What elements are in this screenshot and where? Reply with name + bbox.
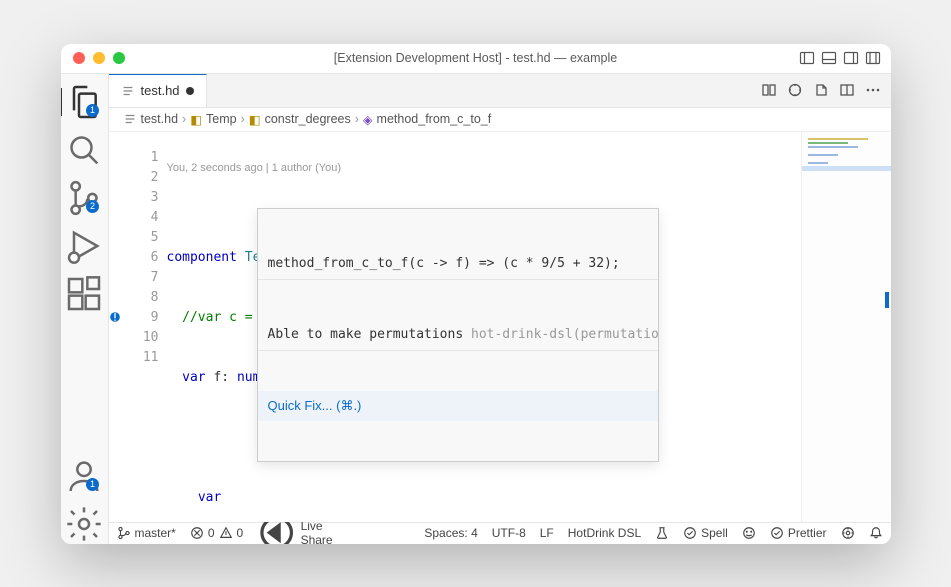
file-icon <box>123 112 137 126</box>
search-activity[interactable] <box>61 130 109 170</box>
run-icon[interactable] <box>787 82 803 98</box>
breadcrumbs[interactable]: test.hd › ◧ Temp › ◧ constr_degrees › ◈ … <box>109 108 891 132</box>
zoom-window-button[interactable] <box>113 52 125 64</box>
dirty-indicator-icon <box>186 87 194 95</box>
line-numbers: 1 2 3 4 5 6 7 8 9 10 11 <box>127 132 167 522</box>
window-title: [Extension Development Host] - test.hd —… <box>61 51 891 65</box>
code-area[interactable]: You, 2 seconds ago | 1 author (You) comp… <box>167 132 801 522</box>
editor-tabs: test.hd <box>109 74 891 108</box>
breadcrumb-member[interactable]: constr_degrees <box>265 112 351 126</box>
codelens-authors[interactable]: You, 2 seconds ago | 1 author (You) <box>167 158 342 178</box>
close-window-button[interactable] <box>73 52 85 64</box>
split-editor-icon[interactable] <box>839 82 855 98</box>
tab-filename: test.hd <box>141 83 180 98</box>
titlebar-layout-controls <box>799 50 881 66</box>
status-ports-icon[interactable] <box>841 526 855 540</box>
panel-left-icon[interactable] <box>799 50 815 66</box>
source-control-activity[interactable]: 2 <box>61 178 109 218</box>
hover-signature: method_from_c_to_f(c -> f) => (c * 9/5 +… <box>258 249 658 280</box>
member-icon: ◧ <box>249 112 261 127</box>
accounts-activity[interactable]: 1 <box>61 456 109 496</box>
breadcrumb-method[interactable]: method_from_c_to_f <box>377 112 492 126</box>
chevron-right-icon: › <box>241 112 245 126</box>
quick-fix-link[interactable]: Quick Fix... (⌘.) <box>258 391 658 421</box>
breadcrumb-file[interactable]: test.hd <box>141 112 179 126</box>
settings-activity[interactable] <box>61 504 109 544</box>
explorer-badge: 1 <box>86 104 99 117</box>
open-changes-icon[interactable] <box>813 82 829 98</box>
status-notifications-icon[interactable] <box>869 526 883 540</box>
vscode-window: [Extension Development Host] - test.hd —… <box>61 44 891 544</box>
class-icon: ◧ <box>190 112 202 127</box>
accounts-badge: 1 <box>86 478 99 491</box>
explorer-activity[interactable]: 1 <box>61 82 109 122</box>
customize-layout-icon[interactable] <box>865 50 881 66</box>
tab-test-hd[interactable]: test.hd <box>109 74 207 107</box>
more-actions-icon[interactable] <box>865 82 881 98</box>
extensions-activity[interactable] <box>61 274 109 314</box>
panel-right-icon[interactable] <box>843 50 859 66</box>
minimize-window-button[interactable] <box>93 52 105 64</box>
method-icon: ◈ <box>363 112 373 127</box>
breadcrumb-class[interactable]: Temp <box>206 112 237 126</box>
panel-bottom-icon[interactable] <box>821 50 837 66</box>
scm-badge: 2 <box>86 200 99 213</box>
hover-diagnostic: Able to make permutations hot-drink-dsl(… <box>258 320 658 351</box>
editor-actions <box>761 74 891 107</box>
file-icon <box>121 84 135 98</box>
run-debug-activity[interactable] <box>61 226 109 266</box>
titlebar: [Extension Development Host] - test.hd —… <box>61 44 891 74</box>
hover-widget: method_from_c_to_f(c -> f) => (c * 9/5 +… <box>257 208 659 462</box>
activity-bar: 1 2 1 <box>61 74 109 544</box>
chevron-right-icon: › <box>355 112 359 126</box>
editor[interactable]: 1 2 3 4 5 6 7 8 9 10 11 You, 2 seconds a… <box>109 132 891 522</box>
glyph-margin <box>109 132 127 522</box>
traffic-lights <box>73 52 125 64</box>
lightbulb-icon[interactable] <box>108 310 122 324</box>
minimap[interactable] <box>801 132 891 522</box>
chevron-right-icon: › <box>182 112 186 126</box>
compare-changes-icon[interactable] <box>761 82 777 98</box>
